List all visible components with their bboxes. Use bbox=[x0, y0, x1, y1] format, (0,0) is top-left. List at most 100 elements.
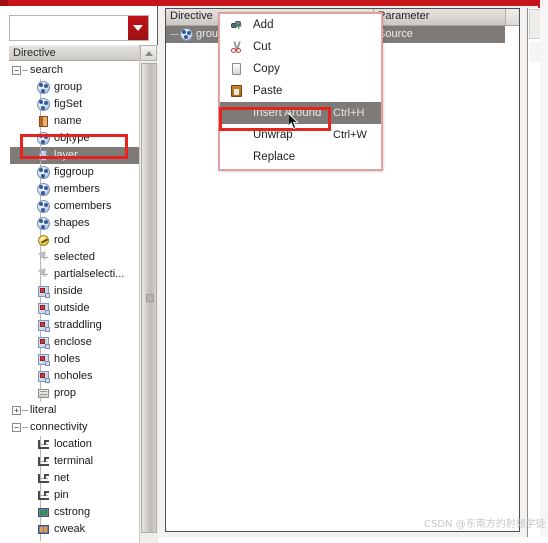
conn-icon bbox=[37, 438, 50, 451]
table-header-corner-button[interactable] bbox=[505, 9, 519, 25]
tree-item-icon bbox=[37, 98, 50, 111]
figset-icon bbox=[37, 183, 50, 196]
tree-item-enclose[interactable]: enclose bbox=[10, 334, 139, 351]
tree-item-holes[interactable]: holes bbox=[10, 351, 139, 368]
figset-icon bbox=[37, 98, 50, 111]
figset-icon bbox=[37, 132, 50, 145]
tree-item-label: straddling bbox=[54, 319, 102, 331]
tree-item-rod[interactable]: rod bbox=[10, 232, 139, 249]
tree-item-icon bbox=[37, 472, 50, 485]
tree-item-cmust[interactable]: cmust bbox=[10, 538, 139, 541]
search-combo-box[interactable] bbox=[9, 15, 149, 41]
figset-icon bbox=[37, 166, 50, 179]
cursor-icon bbox=[37, 250, 50, 264]
column-header-parameter[interactable]: Parameter bbox=[378, 10, 429, 22]
context-menu: + Add Cut Copy Paste Insert Around Ctrl+H Unwra… bbox=[219, 13, 382, 170]
cbar-green-icon bbox=[37, 506, 50, 519]
tree-item-label: cstrong bbox=[54, 506, 91, 518]
tree-vertical-scrollbar[interactable] bbox=[139, 45, 158, 543]
tree-item-icon bbox=[37, 115, 50, 128]
scrollbar-up-button[interactable] bbox=[140, 45, 157, 61]
tree-item-literal[interactable]: + literal bbox=[10, 402, 139, 419]
tree-item-selected[interactable]: selected bbox=[10, 249, 139, 266]
tree-item-icon bbox=[37, 489, 50, 502]
column-header-directive[interactable]: Directive bbox=[170, 10, 213, 22]
tree-item-icon bbox=[37, 438, 50, 451]
cell-parameter: Source bbox=[378, 28, 413, 40]
scrollbar-thumb[interactable] bbox=[141, 63, 157, 533]
collapse-minus-icon[interactable]: − bbox=[12, 423, 21, 432]
tree-item-icon bbox=[37, 267, 50, 281]
cbar-orange-icon bbox=[37, 523, 50, 536]
tree-item-pin[interactable]: pin bbox=[10, 487, 139, 504]
tree-item-label: selected bbox=[54, 251, 95, 263]
context-menu-item-label: Unwrap bbox=[253, 129, 293, 141]
tree-item-icon bbox=[37, 250, 50, 264]
region-icon bbox=[37, 302, 50, 315]
tree-item-icon bbox=[37, 217, 50, 230]
tree-item-label: holes bbox=[54, 353, 81, 365]
tree-column-header: Directive bbox=[9, 45, 158, 61]
tree-item-name[interactable]: name bbox=[10, 113, 139, 130]
search-input[interactable] bbox=[13, 20, 129, 38]
tree-item-label: noholes bbox=[54, 370, 93, 382]
context-menu-item-unwrap[interactable]: Unwrap Ctrl+W bbox=[220, 124, 381, 146]
tree-item-outside[interactable]: outside bbox=[10, 300, 139, 317]
tree-item-cstrong[interactable]: cstrong bbox=[10, 504, 139, 521]
context-menu-item-cut[interactable]: Cut bbox=[220, 36, 381, 58]
tree-item-icon bbox=[37, 149, 50, 162]
context-menu-item-insert-around[interactable]: Insert Around Ctrl+H bbox=[220, 102, 381, 124]
tree-item-label: connectivity bbox=[30, 421, 88, 433]
tree-item-noholes[interactable]: noholes bbox=[10, 368, 139, 385]
tree-item-straddling[interactable]: straddling bbox=[10, 317, 139, 334]
conn-icon bbox=[37, 489, 50, 502]
context-menu-item-copy[interactable]: Copy bbox=[220, 58, 381, 80]
tree-item-objtype[interactable]: objtype bbox=[10, 130, 139, 147]
tree-item-label: cweak bbox=[54, 523, 86, 535]
collapse-minus-icon[interactable]: − bbox=[12, 66, 21, 75]
tree-item-comembers[interactable]: comembers bbox=[10, 198, 139, 215]
context-menu-item-label: Replace bbox=[253, 151, 296, 163]
tree-item-label: comembers bbox=[54, 200, 112, 212]
tree-item-net[interactable]: net bbox=[10, 470, 139, 487]
conn-icon bbox=[37, 455, 50, 468]
tree-item-partialselecti-[interactable]: partialselecti... bbox=[10, 266, 139, 283]
layer-icon bbox=[37, 149, 50, 162]
tree-item-label: partialselecti... bbox=[54, 268, 125, 280]
tree-item-group[interactable]: group bbox=[10, 79, 139, 96]
tree-item-shapes[interactable]: shapes bbox=[10, 215, 139, 232]
tree-item-figset[interactable]: figSet bbox=[10, 96, 139, 113]
tree-item-icon bbox=[37, 523, 50, 536]
tree-item-layer[interactable]: layer bbox=[10, 147, 139, 164]
application-window: Directive − search group figSet name objtype l… bbox=[0, 0, 548, 543]
context-menu-item-replace[interactable]: Replace bbox=[220, 146, 381, 168]
figset-icon bbox=[37, 200, 50, 213]
tree-item-terminal[interactable]: terminal bbox=[10, 453, 139, 470]
watermark: CSDN @东南方的射频学徒 bbox=[424, 519, 546, 530]
expand-plus-icon[interactable]: + bbox=[12, 406, 21, 415]
tree-item-search[interactable]: − search bbox=[10, 62, 139, 79]
book-icon bbox=[37, 115, 50, 128]
region-icon bbox=[37, 336, 50, 349]
context-menu-item-add[interactable]: + Add bbox=[220, 14, 381, 36]
tree-item-icon bbox=[37, 387, 50, 400]
rod-icon bbox=[37, 234, 50, 247]
tree-item-icon bbox=[37, 183, 50, 196]
context-menu-item-paste[interactable]: Paste bbox=[220, 80, 381, 102]
tree-item-icon bbox=[37, 540, 50, 541]
region-icon bbox=[37, 319, 50, 332]
tree-item-members[interactable]: members bbox=[10, 181, 139, 198]
combo-dropdown-button[interactable] bbox=[128, 16, 148, 40]
directive-tree-panel: Directive − search group figSet name objtype l… bbox=[0, 6, 158, 543]
context-menu-item-label: Paste bbox=[253, 85, 283, 97]
tree-item-icon bbox=[37, 506, 50, 519]
tree-item-connectivity[interactable]: − connectivity bbox=[10, 419, 139, 436]
tree-item-cweak[interactable]: cweak bbox=[10, 521, 139, 538]
tree-item-prop[interactable]: prop bbox=[10, 385, 139, 402]
tree-item-inside[interactable]: inside bbox=[10, 283, 139, 300]
tree-item-figgroup[interactable]: figgroup bbox=[10, 164, 139, 181]
caret-down-icon bbox=[133, 25, 143, 31]
cbar-red-icon bbox=[37, 540, 50, 541]
tree-item-location[interactable]: location bbox=[10, 436, 139, 453]
tree-item-label: rod bbox=[54, 234, 70, 246]
